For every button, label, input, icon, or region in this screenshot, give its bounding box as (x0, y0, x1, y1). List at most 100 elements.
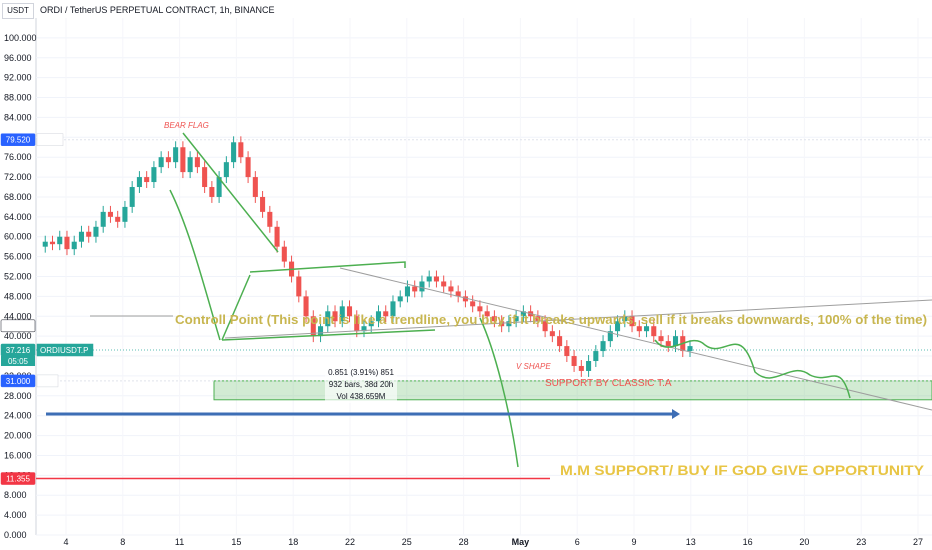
candle-body (557, 336, 563, 347)
candle-body (441, 281, 447, 287)
candle-body (57, 236, 63, 245)
y-tick-label: 96.000 (4, 53, 32, 63)
candle-body (578, 365, 584, 371)
annotation-labels: BEAR FLAG Controll Point (This point is l… (164, 121, 927, 478)
x-tick-label: 28 (459, 537, 469, 547)
candle-body (209, 187, 215, 197)
x-tick-label: 9 (631, 537, 636, 547)
candle-body (158, 157, 164, 168)
candle-body (448, 286, 454, 292)
x-tick-label: 25 (402, 537, 412, 547)
price-badge-label: 31.000 (6, 377, 31, 386)
candle-body (202, 167, 208, 188)
candle-body (187, 157, 193, 173)
y-tick-label: 20.000 (4, 431, 32, 441)
price-badge-tag-label: Low (40, 377, 55, 386)
y-tick-label: 88.000 (4, 93, 32, 103)
y-tick-label: 56.000 (4, 252, 32, 262)
candle-body (93, 226, 99, 237)
unit-selector[interactable]: USDT (2, 3, 34, 19)
candle-body (397, 296, 403, 302)
x-axis[interactable]: 4 8 11 15 18 22 25 28 May 6 9 13 16 20 23 27 (63, 537, 923, 547)
candle-body (267, 211, 273, 227)
candle-body (593, 351, 599, 362)
control-point-label: Controll Point (This point is like a tre… (175, 313, 927, 327)
candle-body (86, 231, 92, 237)
x-tick-label: 16 (743, 537, 753, 547)
candle-body (49, 241, 56, 245)
v-shape-label: V SHAPE (516, 362, 551, 371)
x-tick-label: 15 (231, 537, 241, 547)
y-tick-label: 40.000 (4, 331, 32, 341)
price-chart[interactable]: 100.000 96.000 92.000 88.000 84.000 8 0.000 76.… (0, 0, 932, 550)
x-tick-label: 11 (175, 537, 184, 547)
candle-body (433, 276, 439, 282)
price-badge-label: 42.076 (6, 322, 31, 331)
candle-body (173, 147, 179, 163)
y-tick-label: 4.000 (4, 510, 27, 520)
x-tick-label: 4 (63, 537, 68, 547)
candle-body (571, 356, 577, 366)
candle-body (245, 157, 251, 178)
candle-body (687, 346, 693, 352)
y-tick-label: 76.000 (4, 152, 32, 162)
candle-body (549, 331, 555, 337)
candle-body (136, 177, 142, 188)
candle-body (260, 196, 266, 212)
candle-body (151, 167, 157, 183)
x-tick-label: 27 (913, 537, 923, 547)
y-tick-label: 68.000 (4, 192, 32, 202)
candle-body (122, 206, 128, 222)
candle-body (78, 231, 85, 242)
price-badge-label: 37.216 (6, 346, 31, 355)
y-tick-label: 84.000 (4, 112, 32, 122)
bear-flag-label: BEAR FLAG (164, 121, 209, 130)
y-tick-label: 60.000 (4, 232, 32, 242)
y-axis[interactable]: 100.00096.00092.00088.00084.00080.00076.… (4, 33, 37, 540)
candle-body (42, 241, 48, 247)
candle-body (252, 177, 258, 197)
x-tick-label: May (512, 537, 530, 547)
x-tick-label: 22 (345, 537, 355, 547)
measure-tooltip: 0.851 (3.91%) 851 932 bars, 38d 20h Vol … (325, 367, 397, 403)
candle-body (223, 162, 229, 178)
y-tick-label: 24.000 (4, 411, 32, 421)
price-badge-tag-label: ORDIUSDT.P (40, 346, 88, 355)
x-tick-label: 23 (856, 537, 866, 547)
support-classic-label: SUPPORT BY CLASSIC T.A (545, 378, 672, 389)
range-bottom-line (221, 329, 436, 341)
candle-body (665, 341, 671, 347)
y-tick-label: 28.000 (4, 391, 32, 401)
candle-body (107, 211, 113, 217)
x-tick-label: 18 (288, 537, 298, 547)
candle-body (71, 241, 77, 250)
candle-body (165, 157, 171, 163)
x-tick-label: 13 (686, 537, 696, 547)
x-tick-label: 6 (575, 537, 580, 547)
candle-body (100, 211, 106, 227)
candle-body (115, 216, 121, 222)
range-top-line (249, 261, 406, 273)
candle-body (564, 346, 570, 357)
candle-body (586, 361, 592, 371)
candle-body (238, 142, 244, 158)
x-tick-label: 8 (120, 537, 125, 547)
price-badge-tag-label: High (40, 136, 56, 145)
candle-body (412, 286, 418, 292)
candle-body (426, 276, 432, 282)
symbol-title: ORDI / TetherUS PERPETUAL CONTRACT, 1h, … (40, 5, 275, 15)
y-tick-label: 92.000 (4, 73, 32, 83)
y-tick-label: 8.000 (4, 490, 27, 500)
candle-body (658, 336, 664, 342)
candle-body (470, 301, 476, 307)
price-badge-sub-label: 05:05 (8, 357, 29, 366)
candle-body (296, 276, 302, 297)
candle-body (231, 142, 237, 163)
candle-body (281, 246, 287, 262)
candle-body (144, 177, 150, 183)
x-tick-label: 20 (799, 537, 809, 547)
y-tick-label: 0.000 (4, 530, 27, 540)
candle-body (129, 187, 135, 207)
bear-flag-upper-line (182, 132, 279, 253)
y-tick-label: 72.000 (4, 172, 32, 182)
